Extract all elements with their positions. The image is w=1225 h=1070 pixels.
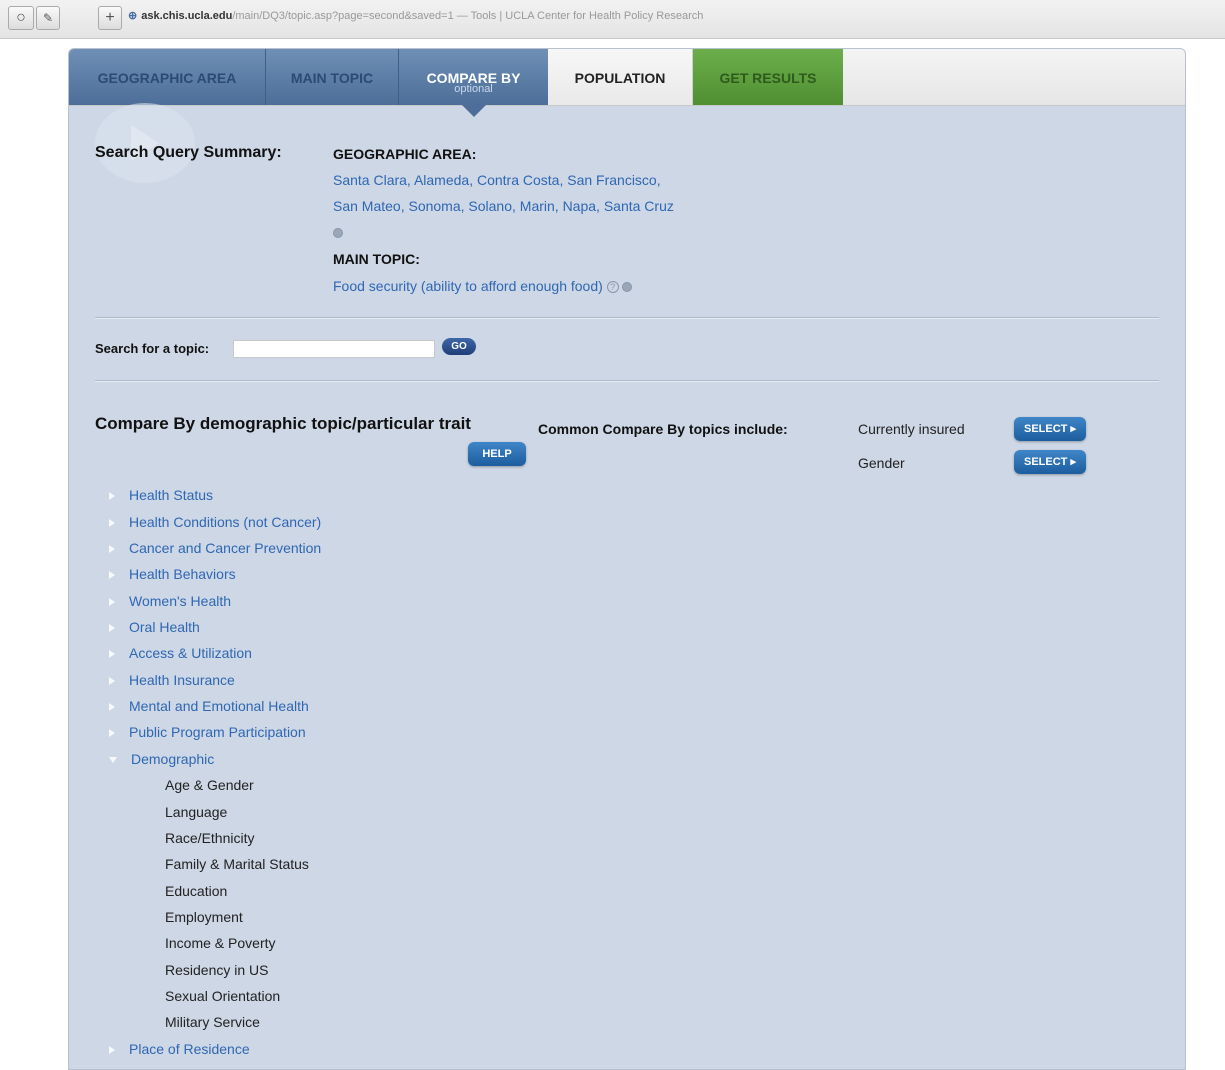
subtopic-item[interactable]: Military Service bbox=[165, 1014, 260, 1030]
topic-item[interactable]: Place of Residence bbox=[109, 1041, 250, 1057]
geo-area-line-1[interactable]: Santa Clara, Alameda, Contra Costa, San … bbox=[333, 172, 661, 188]
tab-compare-by[interactable]: COMPARE BY optional bbox=[399, 49, 548, 117]
go-button[interactable]: GO bbox=[442, 338, 476, 355]
tab-main-topic-label: MAIN TOPIC bbox=[290, 70, 374, 86]
topic-item[interactable]: Health Status bbox=[109, 487, 213, 503]
expand-arrow-icon bbox=[109, 571, 115, 580]
geo-area-remove-icon[interactable] bbox=[333, 224, 343, 242]
tab-population[interactable]: POPULATION bbox=[548, 49, 693, 105]
expand-arrow-icon bbox=[109, 624, 115, 633]
tab-get-results-label: GET RESULTS bbox=[719, 70, 817, 86]
divider bbox=[95, 317, 1159, 319]
main-topic-value[interactable]: Food security (ability to afford enough … bbox=[333, 278, 603, 294]
subtopic-item[interactable]: Language bbox=[165, 804, 227, 820]
topic-label: Place of Residence bbox=[129, 1041, 250, 1057]
topic-label: Women's Health bbox=[129, 593, 232, 609]
topic-label: Demographic bbox=[131, 751, 215, 767]
active-tab-pointer bbox=[461, 105, 486, 117]
topic-label: Public Program Participation bbox=[129, 724, 306, 740]
geo-area-line-2[interactable]: San Mateo, Sonoma, Solano, Marin, Napa, … bbox=[333, 198, 674, 214]
tab-compare-by-label: COMPARE BY bbox=[426, 70, 521, 86]
topic-item[interactable]: Health Insurance bbox=[109, 672, 235, 688]
search-input[interactable] bbox=[233, 340, 435, 358]
topic-label: Health Insurance bbox=[129, 672, 235, 688]
subtopic-item[interactable]: Race/Ethnicity bbox=[165, 830, 254, 846]
tab-geographic-area[interactable]: GEOGRAPHIC AREA bbox=[69, 49, 266, 105]
topic-label: Cancer and Cancer Prevention bbox=[129, 540, 322, 556]
topic-label: Access & Utilization bbox=[129, 645, 252, 661]
topic-item[interactable]: Women's Health bbox=[109, 593, 231, 609]
common-compare-label: Common Compare By topics include: bbox=[538, 421, 788, 437]
expand-arrow-icon bbox=[109, 598, 115, 607]
expand-arrow-icon bbox=[109, 703, 115, 712]
browser-toolbar: ○ ✎ + ⊕ ask.chis.ucla.edu/main/DQ3/topic.… bbox=[0, 0, 1225, 39]
topic-item[interactable]: Mental and Emotional Health bbox=[109, 698, 309, 714]
geo-area-label: GEOGRAPHIC AREA: bbox=[333, 146, 477, 162]
common-topic-name: Currently insured bbox=[858, 421, 965, 437]
select-currently-insured-button[interactable]: SELECT ▸ bbox=[1014, 417, 1086, 441]
topic-item-demographic[interactable]: Demographic bbox=[109, 751, 214, 767]
expand-arrow-icon bbox=[109, 1046, 115, 1055]
stop-reload-button[interactable]: ○ bbox=[8, 6, 34, 30]
tab-compare-by-sublabel: optional bbox=[454, 83, 493, 95]
collapse-arrow-icon bbox=[109, 757, 117, 764]
subtopic-item[interactable]: Employment bbox=[165, 909, 243, 925]
expand-arrow-icon bbox=[109, 545, 115, 554]
subtopic-item[interactable]: Family & Marital Status bbox=[165, 856, 309, 872]
summary-heading: Search Query Summary: bbox=[95, 144, 282, 161]
expand-arrow-icon bbox=[109, 492, 115, 501]
topic-item[interactable]: Cancer and Cancer Prevention bbox=[109, 540, 321, 556]
tab-geographic-area-label: GEOGRAPHIC AREA bbox=[97, 70, 237, 86]
topic-item[interactable]: Health Conditions (not Cancer) bbox=[109, 514, 321, 530]
main-topic-row: Food security (ability to afford enough … bbox=[333, 278, 632, 294]
topic-label: Mental and Emotional Health bbox=[129, 698, 309, 714]
topic-label: Health Conditions (not Cancer) bbox=[129, 514, 322, 530]
topic-label: Oral Health bbox=[129, 619, 200, 635]
expand-arrow-icon bbox=[109, 729, 115, 738]
topic-item[interactable]: Health Behaviors bbox=[109, 566, 236, 582]
main-topic-remove-icon[interactable] bbox=[621, 282, 632, 293]
topic-item[interactable]: Public Program Participation bbox=[109, 724, 306, 740]
search-label: Search for a topic: bbox=[95, 341, 210, 356]
wrench-icon[interactable]: ✎ bbox=[36, 6, 60, 30]
subtopic-item[interactable]: Education bbox=[165, 883, 227, 899]
tab-main-topic[interactable]: MAIN TOPIC bbox=[266, 49, 399, 105]
topic-item[interactable]: Access & Utilization bbox=[109, 645, 252, 661]
subtopic-item[interactable]: Income & Poverty bbox=[165, 935, 276, 951]
select-gender-button[interactable]: SELECT ▸ bbox=[1014, 450, 1086, 474]
play-watermark-icon bbox=[95, 103, 195, 183]
url-path: /main/DQ3/topic.asp?page=second&saved=1 … bbox=[232, 10, 704, 22]
common-topic-name: Gender bbox=[858, 455, 905, 471]
subtopic-item[interactable]: Sexual Orientation bbox=[165, 988, 280, 1004]
url-host: ask.chis.ucla.edu bbox=[141, 10, 233, 22]
globe-icon: ⊕ bbox=[128, 10, 138, 22]
subtopic-item[interactable]: Residency in US bbox=[165, 962, 269, 978]
tab-population-label: POPULATION bbox=[574, 70, 666, 86]
subtopic-item[interactable]: Age & Gender bbox=[165, 777, 254, 793]
divider bbox=[95, 380, 1159, 382]
expand-arrow-icon bbox=[109, 677, 115, 686]
new-tab-button[interactable]: + bbox=[98, 6, 122, 30]
tab-get-results[interactable]: GET RESULTS bbox=[693, 49, 843, 105]
topic-label: Health Status bbox=[129, 487, 214, 503]
query-builder-panel: GEOGRAPHIC AREA MAIN TOPIC COMPARE BY op… bbox=[68, 48, 1186, 1070]
help-icon[interactable]: ? bbox=[606, 281, 619, 294]
expand-arrow-icon bbox=[109, 650, 115, 659]
address-bar[interactable]: ⊕ ask.chis.ucla.edu/main/DQ3/topic.asp?pa… bbox=[128, 9, 703, 22]
compare-by-heading: Compare By demographic topic/particular … bbox=[95, 414, 471, 433]
main-topic-label: MAIN TOPIC: bbox=[333, 251, 420, 267]
help-button[interactable]: HELP bbox=[468, 442, 526, 466]
step-tabs: GEOGRAPHIC AREA MAIN TOPIC COMPARE BY op… bbox=[69, 49, 1185, 117]
topic-item[interactable]: Oral Health bbox=[109, 619, 200, 635]
expand-arrow-icon bbox=[109, 519, 115, 528]
topic-label: Health Behaviors bbox=[129, 566, 236, 582]
